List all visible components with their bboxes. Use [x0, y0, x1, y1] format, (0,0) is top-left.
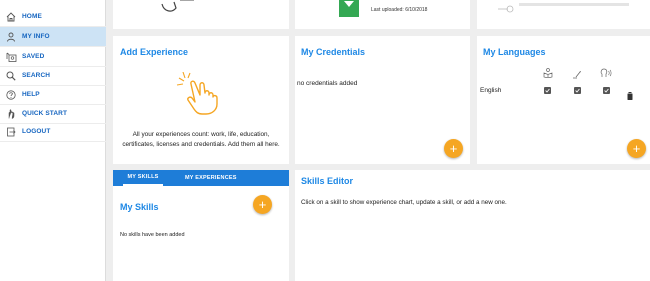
sidebar-item-logout[interactable]: LOGOUT [0, 122, 106, 142]
sidebar-item-label: SEARCH [22, 72, 51, 79]
sidebar-item-label: HOME [22, 13, 42, 20]
help-icon [0, 89, 22, 100]
card-title: My Languages [483, 47, 546, 57]
languages-card: My Languages English + [477, 36, 650, 164]
language-name: English [480, 87, 502, 94]
sidebar-item-quick-start[interactable]: QUICK START [0, 104, 106, 124]
speak-icon [600, 65, 612, 83]
sidebar-item-home[interactable]: HOME [0, 7, 106, 27]
empty-credentials-text: no credentials added [297, 80, 358, 87]
pointing-hand-icon [176, 71, 226, 121]
add-experience-description: All your experiences count: work, life, … [122, 131, 280, 148]
sidebar-item-label: MY INFO [22, 33, 50, 40]
person-icon [0, 32, 22, 42]
speak-checkbox[interactable] [603, 87, 610, 94]
resume-card-top: Last uploaded: 6/10/2018 [295, 0, 470, 29]
badge-card-top [477, 0, 650, 29]
add-credential-button[interactable]: + [444, 139, 463, 158]
last-uploaded-text: Last uploaded: 6/10/2018 [371, 7, 428, 13]
card-title: My Credentials [301, 47, 366, 57]
credentials-card: My Credentials no credentials added + [295, 36, 470, 164]
read-checkbox[interactable] [544, 87, 551, 94]
write-checkbox[interactable] [574, 87, 581, 94]
saved-icon [0, 52, 22, 62]
read-icon [543, 65, 553, 83]
skills-editor-instructions: Click on a skill to show experience char… [301, 199, 507, 206]
add-language-button[interactable]: + [627, 139, 646, 158]
sidebar-item-label: HELP [22, 91, 40, 98]
tab-my-experiences[interactable]: MY EXPERIENCES [185, 170, 237, 186]
write-icon [572, 66, 582, 84]
sidebar-item-label: SAVED [22, 53, 45, 60]
sidebar-item-label: LOGOUT [22, 128, 51, 135]
sidebar-item-help[interactable]: HELP [0, 85, 106, 105]
home-icon [0, 11, 22, 22]
scribble-icon [158, 0, 198, 19]
add-experience-card[interactable]: Add Experience All your experiences coun… [113, 36, 289, 164]
add-skill-button[interactable]: + [253, 195, 272, 214]
sidebar-item-search[interactable]: SEARCH [0, 66, 106, 86]
card-title: Skills Editor [301, 176, 354, 186]
download-icon[interactable] [339, 0, 359, 17]
card-title: Add Experience [120, 47, 189, 57]
skills-editor-card: Skills Editor Click on a skill to show e… [295, 170, 650, 281]
skills-tab-bar: MY SKILLS MY EXPERIENCES [113, 170, 289, 186]
logout-icon [0, 127, 22, 137]
empty-skills-text: No skills have been added [120, 232, 185, 238]
delete-icon[interactable] [627, 87, 633, 105]
sidebar: HOME MY INFO SAVED SEARCH HELP QUICK STA… [0, 0, 106, 281]
faded-text [519, 3, 629, 6]
tab-my-skills[interactable]: MY SKILLS [123, 170, 163, 186]
skills-card: My Skills + No skills have been added [113, 186, 289, 281]
connector-icon [497, 2, 515, 20]
hand-icon [0, 108, 22, 119]
sidebar-item-my-info[interactable]: MY INFO [0, 27, 106, 47]
card-title: My Skills [120, 202, 159, 212]
profile-card-top [113, 0, 289, 29]
sidebar-item-label: QUICK START [22, 110, 68, 117]
sidebar-item-saved[interactable]: SAVED [0, 47, 106, 67]
search-icon [0, 71, 22, 81]
